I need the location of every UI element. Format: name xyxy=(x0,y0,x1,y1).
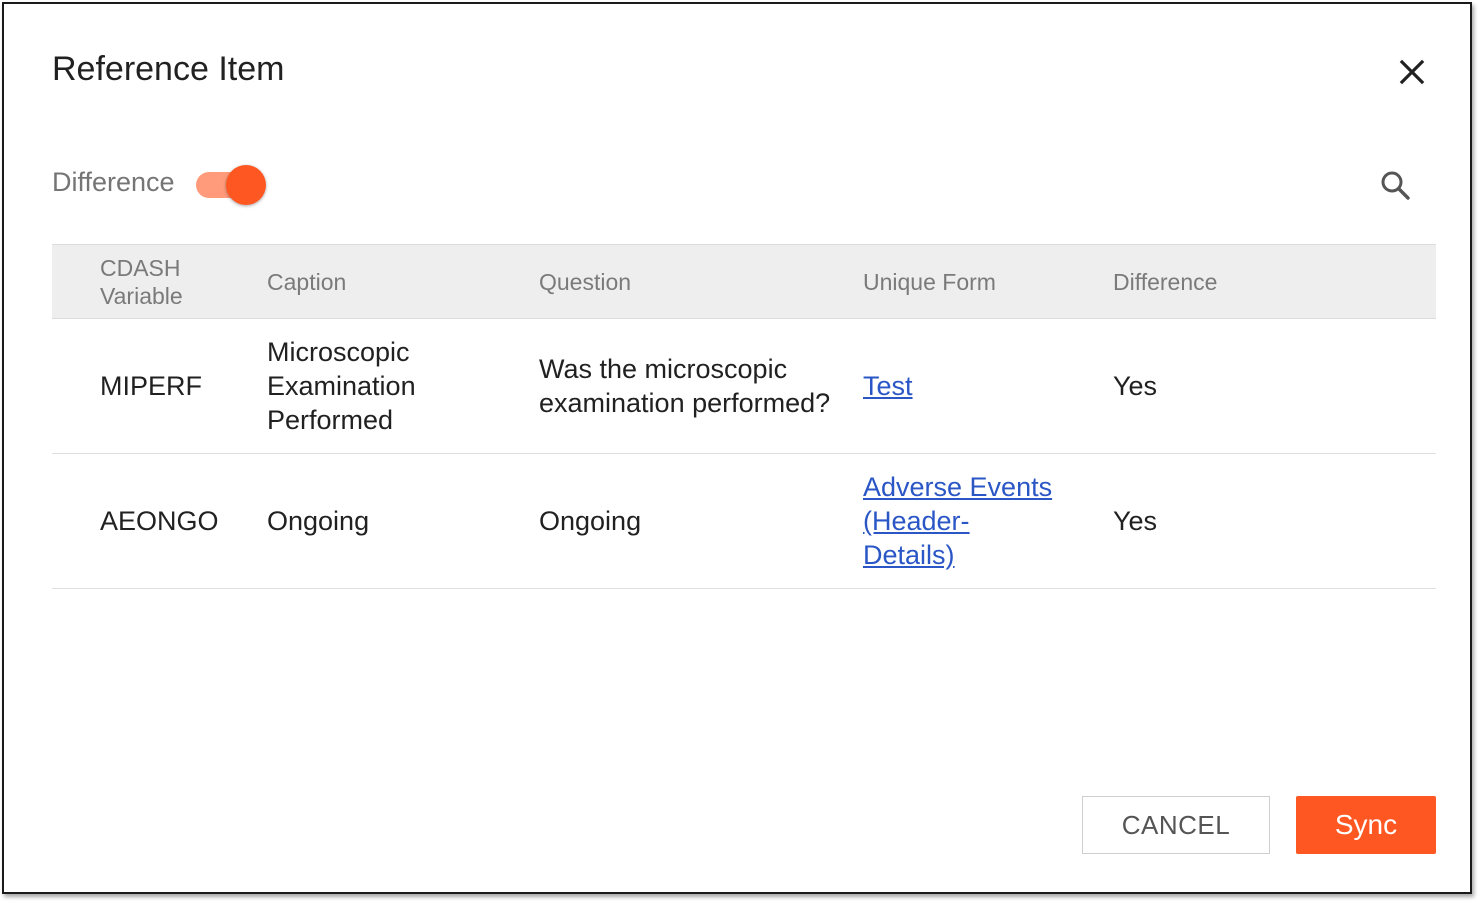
cell-caption: Microscopic Examination Performed xyxy=(267,337,416,435)
search-icon xyxy=(1381,171,1410,200)
cell-cdash-variable: AEONGO xyxy=(100,506,219,536)
sync-button[interactable]: Sync xyxy=(1296,796,1436,854)
cell-unique-form: Adverse Events (Header-Details) xyxy=(863,454,1113,589)
column-header-cdash-variable[interactable]: CDASH Variable xyxy=(52,245,267,319)
cell-unique-form: Test xyxy=(863,319,1113,454)
difference-toggle-label: Difference xyxy=(52,167,175,197)
unique-form-link[interactable]: Adverse Events (Header-Details) xyxy=(863,472,1052,570)
close-icon xyxy=(1399,59,1425,85)
cell-caption: Ongoing xyxy=(267,506,370,536)
reference-table: CDASH Variable Caption Question Unique F… xyxy=(52,244,1436,589)
table-header-row: CDASH Variable Caption Question Unique F… xyxy=(52,244,1436,319)
table-row[interactable]: MIPERF Microscopic Examination Performed… xyxy=(52,319,1436,454)
cell-difference: Yes xyxy=(1113,506,1158,536)
cdash-header-line1: CDASH xyxy=(100,254,181,281)
cell-difference: Yes xyxy=(1113,371,1158,401)
difference-toggle[interactable] xyxy=(194,164,270,208)
unique-form-link[interactable]: Test xyxy=(863,371,913,401)
table-row[interactable]: AEONGO Ongoing Ongoing Adverse Events (H… xyxy=(52,454,1436,589)
column-header-unique-form[interactable]: Unique Form xyxy=(863,245,1113,319)
toggle-thumb xyxy=(226,165,266,205)
cancel-button[interactable]: CANCEL xyxy=(1082,796,1270,854)
cell-question: Ongoing xyxy=(539,506,642,536)
dialog-title: Reference Item xyxy=(52,50,285,88)
column-header-difference[interactable]: Difference xyxy=(1113,245,1436,319)
cell-question: Was the microscopic examination performe… xyxy=(539,354,831,418)
column-header-caption[interactable]: Caption xyxy=(267,245,539,319)
reference-item-dialog: Reference Item Difference CDASH Variable… xyxy=(2,2,1472,894)
close-button[interactable] xyxy=(1390,50,1434,94)
cell-cdash-variable: MIPERF xyxy=(100,371,203,401)
column-header-question[interactable]: Question xyxy=(539,245,863,319)
search-button[interactable] xyxy=(1374,164,1418,208)
cdash-header-line2: Variable xyxy=(100,282,183,309)
